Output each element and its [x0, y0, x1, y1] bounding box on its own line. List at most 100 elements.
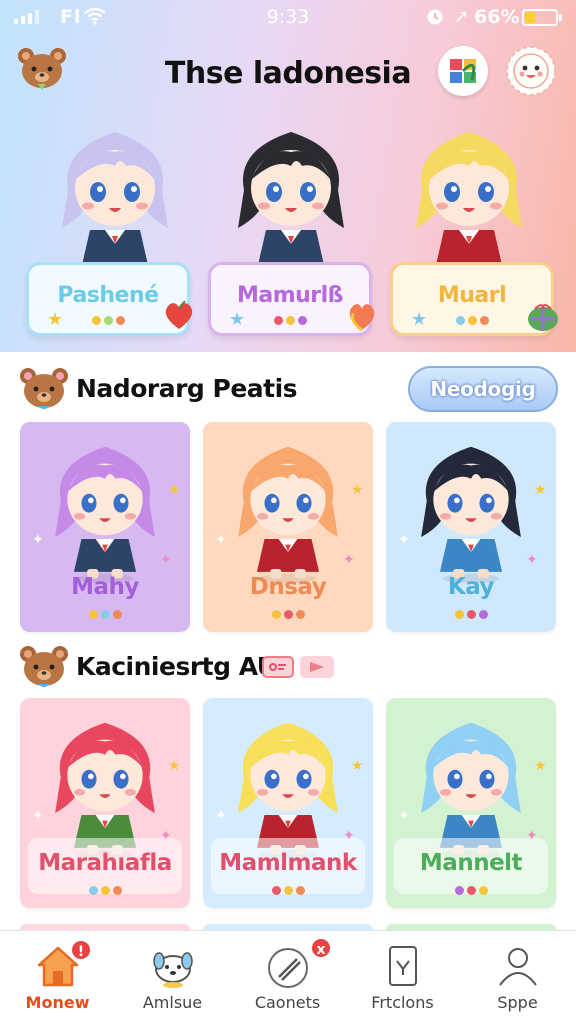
featured-card[interactable]: Pashené ★	[26, 262, 193, 336]
chip-mask-icon[interactable]	[262, 656, 294, 678]
nav-home[interactable]: ! Monew	[0, 931, 115, 1024]
color-dot	[455, 316, 465, 325]
alarm-icon	[427, 9, 443, 25]
color-dot	[91, 316, 101, 325]
profile-sun-button[interactable]	[506, 46, 556, 96]
sparkle-icon: ✦	[215, 808, 227, 824]
color-dot	[271, 886, 281, 895]
color-dot	[100, 886, 110, 895]
color-dot	[478, 610, 488, 619]
character-card[interactable]: ✦ ★ ✦ Mamlmank	[203, 698, 373, 908]
pinwheel-icon	[450, 59, 476, 83]
section-header: Nadorarg Peatis Neodogig	[0, 366, 576, 416]
character-card[interactable]: ✦ ★ ✦ Mannelt	[386, 698, 556, 908]
bear-icon	[20, 646, 68, 687]
featured-character[interactable]	[30, 110, 200, 280]
color-dots	[386, 886, 556, 895]
nav-label: Amlsue	[142, 993, 203, 1012]
character-name: Dnsay	[249, 574, 327, 600]
bear-logo-icon[interactable]	[16, 46, 68, 92]
nav-label: Caonets	[254, 993, 321, 1012]
color-dot	[454, 610, 464, 619]
nav-label: Monew	[25, 993, 90, 1012]
notification-badge: !	[70, 939, 92, 961]
character-name: Kay	[447, 574, 495, 600]
color-dot	[283, 610, 293, 619]
page-title: Thse ladonesia	[164, 56, 412, 91]
phone-icon	[389, 946, 417, 986]
pinwheel-button[interactable]	[438, 46, 488, 96]
featured-card[interactable]: Muarl ★	[390, 262, 558, 336]
bear-icon	[20, 368, 68, 409]
nav-functions[interactable]: Frtclons	[345, 931, 460, 1024]
color-dot	[112, 886, 122, 895]
color-dot	[88, 886, 98, 895]
character-illustration	[416, 132, 522, 277]
section-action-button[interactable]: Neodogig	[408, 366, 558, 412]
bottom-nav: ! Monew Amlsue x Caonets Frtclons Sppe	[0, 930, 576, 1024]
star-icon: ★	[411, 309, 428, 330]
notification-badge: x	[310, 937, 332, 959]
color-dot	[100, 610, 110, 619]
character-illustration	[238, 132, 344, 277]
character-card[interactable]: ✦ ★ ✦ Kay	[386, 422, 556, 632]
color-dots	[20, 886, 190, 895]
sparkle-icon: ✦	[398, 808, 410, 824]
color-dot	[112, 610, 122, 619]
sparkle-icon: ✦	[343, 552, 355, 568]
character-card[interactable]: ✦ ★ ✦ Marahıafla	[20, 698, 190, 908]
chip-arrow-icon[interactable]	[300, 656, 334, 678]
color-dot	[466, 610, 476, 619]
featured-card[interactable]: Mamurlß ★	[208, 262, 375, 336]
featured-character[interactable]	[206, 110, 376, 280]
color-dot	[454, 886, 464, 895]
heart-icon	[165, 300, 193, 329]
character-name: Mannelt	[419, 850, 523, 876]
color-dot	[466, 886, 476, 895]
color-dot	[285, 316, 295, 325]
color-dot	[283, 886, 293, 895]
section-header: Kaciniesrtg AU	[0, 644, 576, 694]
sparkle-icon: ★	[351, 758, 364, 774]
color-dot	[478, 886, 488, 895]
nav-animals[interactable]: Amlsue	[115, 931, 230, 1024]
battery-icon	[522, 9, 562, 26]
sparkle-icon: ★	[168, 758, 181, 774]
star-icon: ★	[229, 309, 246, 330]
color-dots	[386, 610, 556, 619]
color-dot	[88, 610, 98, 619]
character-card[interactable]: ✦ ★ ✦ Dnsay	[203, 422, 373, 632]
gift-icon	[528, 304, 558, 331]
pet-icon	[153, 952, 193, 988]
section-title: Nadorarg Peatis	[76, 374, 298, 403]
location-icon: ➚	[454, 6, 470, 27]
smiley-sun-icon	[506, 46, 556, 96]
sparkle-icon: ✦	[160, 552, 172, 568]
sparkle-icon: ✦	[160, 828, 172, 844]
nav-canvas[interactable]: x Caonets	[230, 931, 345, 1024]
color-dot	[479, 316, 489, 325]
brush-icon	[268, 948, 308, 988]
featured-character[interactable]	[384, 110, 554, 280]
color-dots	[203, 610, 373, 619]
sparkle-icon: ★	[351, 482, 364, 498]
profile-icon	[499, 948, 537, 986]
sparkle-icon: ✦	[398, 532, 410, 548]
status-bar: Fl 9:33 ➚ 66%	[0, 0, 576, 36]
nav-label: Frtclons	[371, 993, 434, 1012]
sparkle-icon: ★	[534, 758, 547, 774]
color-dot	[297, 316, 307, 325]
battery-percent: 66%	[474, 6, 520, 28]
color-dots	[203, 886, 373, 895]
character-card[interactable]: ✦ ★ ✦ Mahy	[20, 422, 190, 632]
character-illustration	[62, 132, 168, 277]
color-dot	[271, 610, 281, 619]
nav-profile[interactable]: Sppe	[460, 931, 575, 1024]
sparkle-icon: ✦	[32, 532, 44, 548]
color-dot	[273, 316, 283, 325]
character-name: Mamlmank	[219, 850, 357, 876]
color-dot	[467, 316, 477, 325]
color-dot	[103, 316, 113, 325]
color-dots	[20, 610, 190, 619]
character-name: Mahy	[71, 574, 139, 600]
